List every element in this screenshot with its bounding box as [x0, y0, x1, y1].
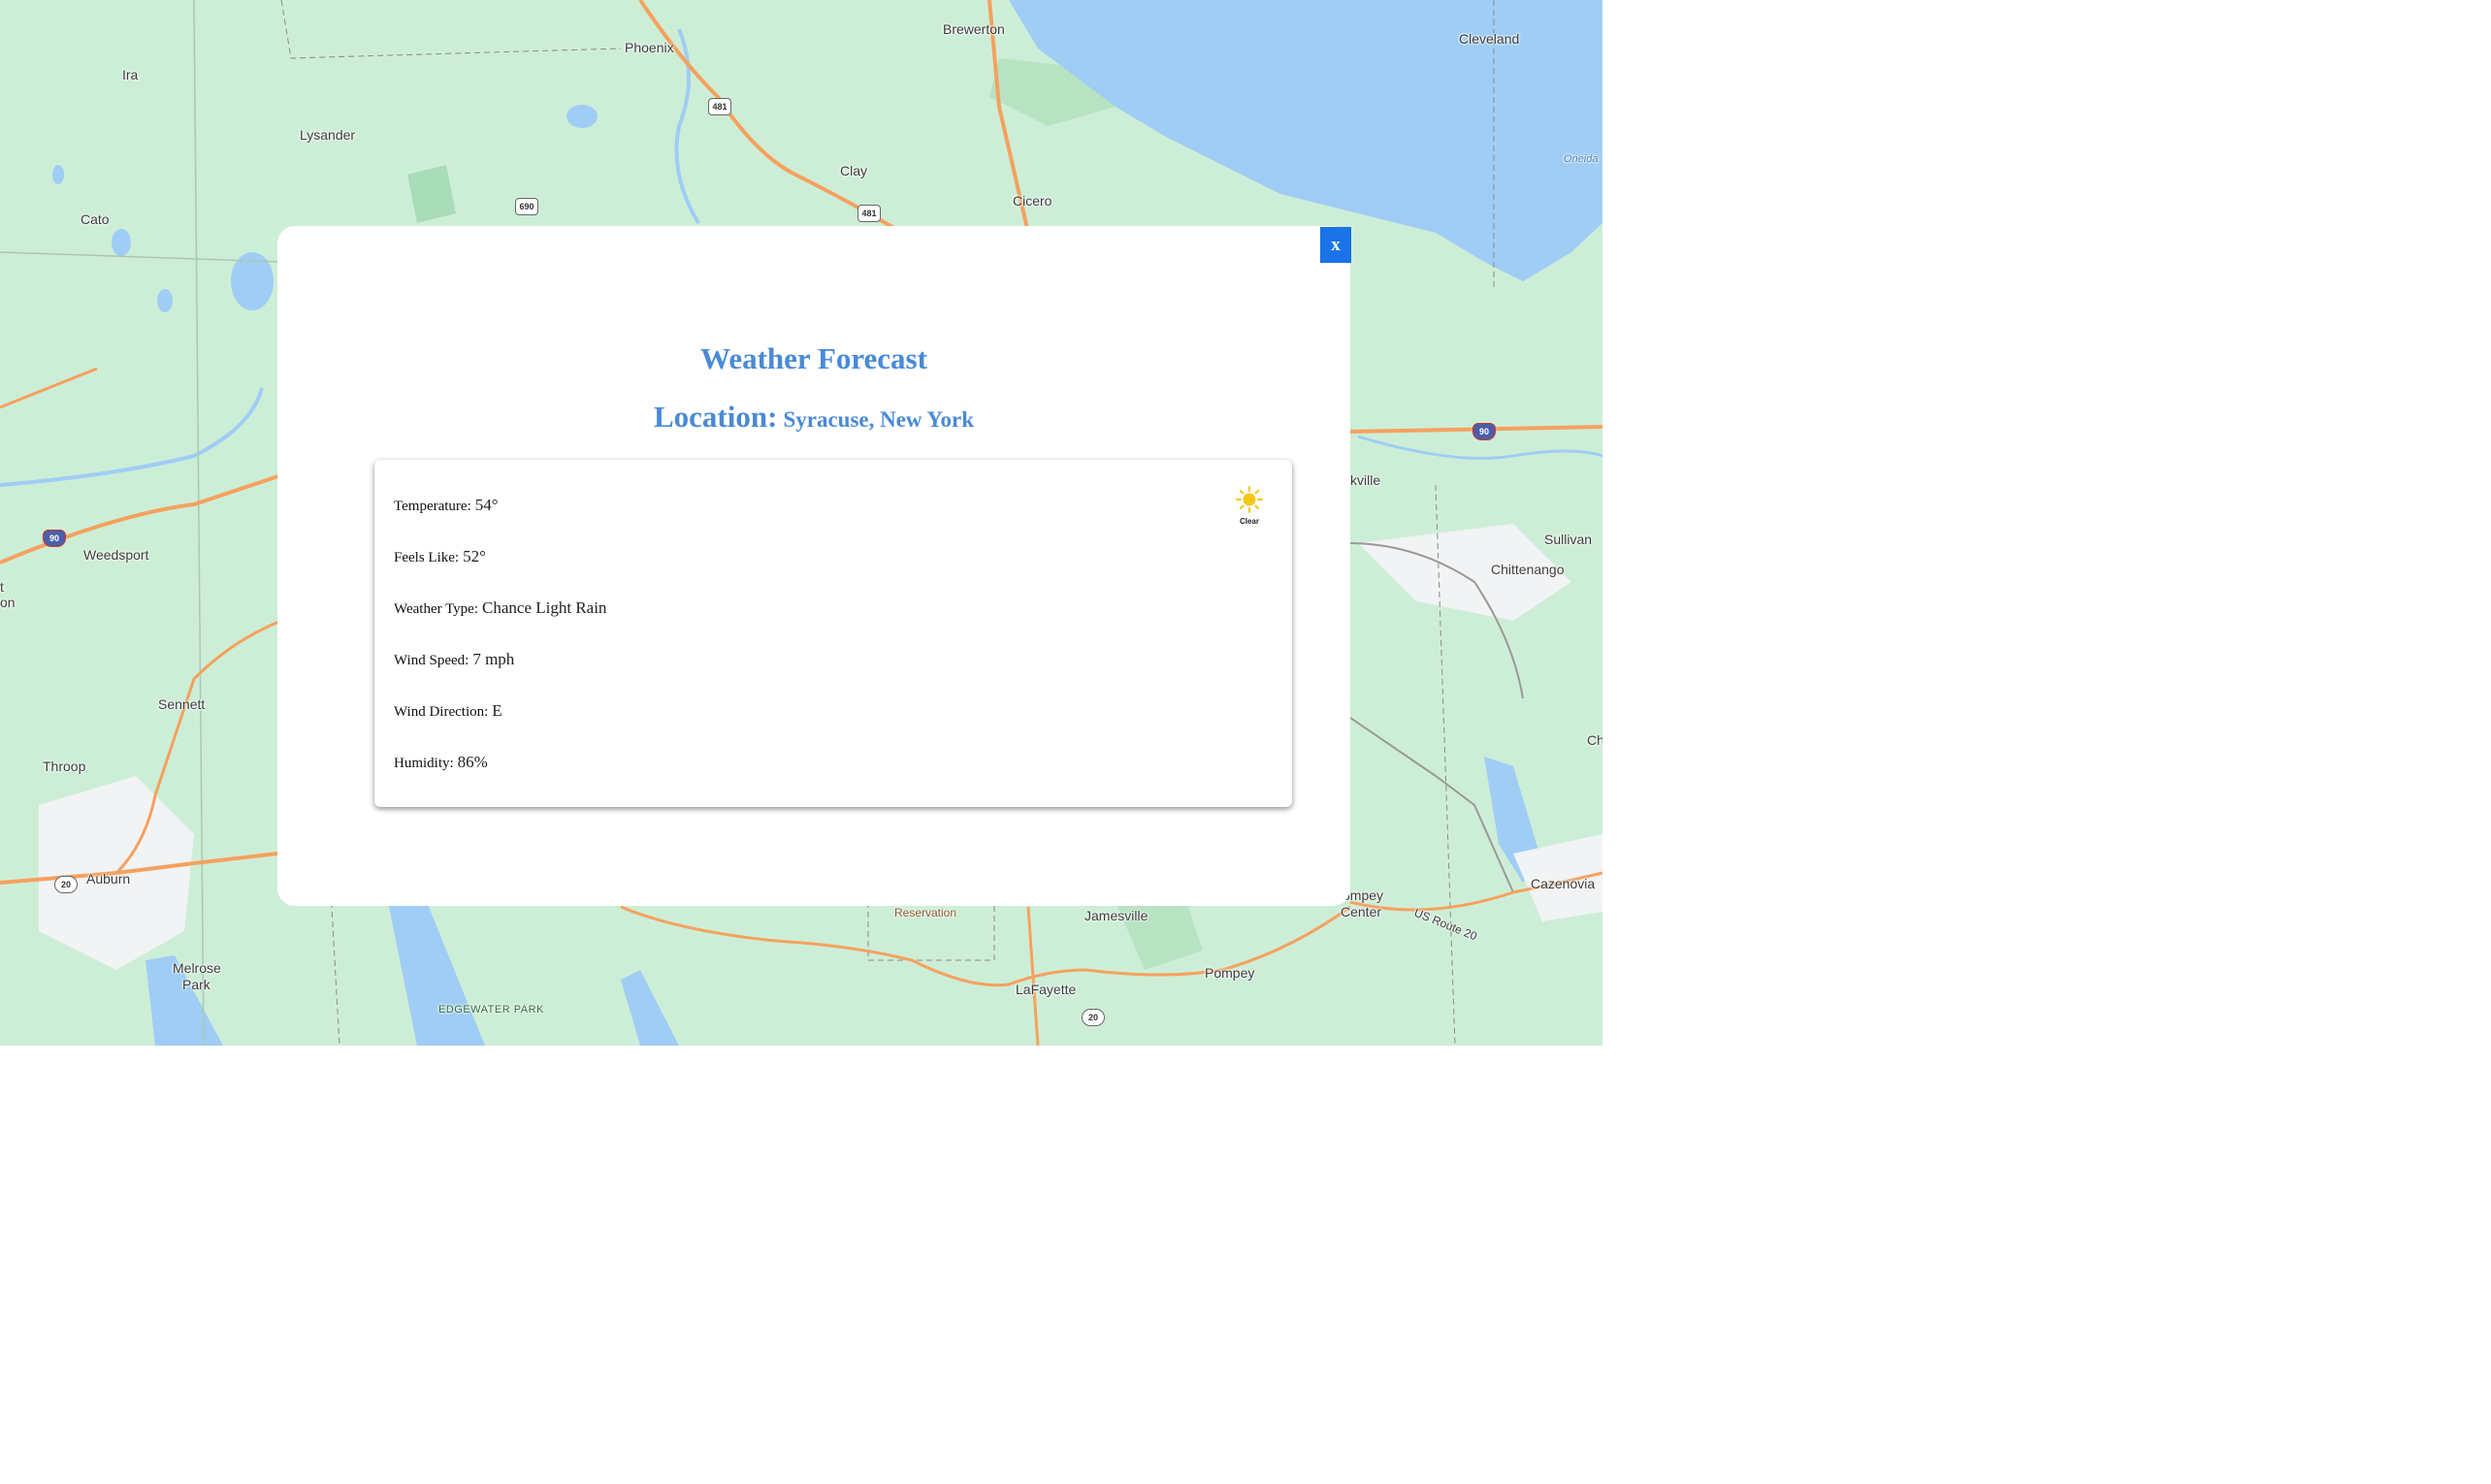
- close-button[interactable]: x: [1320, 227, 1351, 263]
- interstate-shield-90: 90: [1472, 423, 1496, 440]
- weather-type-label: Weather Type:: [394, 601, 479, 617]
- place-label-sullivan: Sullivan: [1544, 532, 1593, 547]
- place-label-phoenix: Phoenix: [625, 40, 674, 55]
- place-label-cicero: Cicero: [1013, 193, 1052, 209]
- wind-direction-value: E: [492, 701, 502, 720]
- place-label-cazenovia: Cazenovia: [1531, 876, 1596, 891]
- place-label-melrose-park-2: Park: [182, 977, 210, 992]
- location-label: Location:: [654, 400, 778, 434]
- place-label-chittenango: Chittenango: [1491, 562, 1565, 577]
- location-heading: Location: Syracuse, New York: [277, 400, 1350, 435]
- weather-icon-caption: Clear: [1239, 517, 1259, 526]
- feels-like-row: Feels Like: 52°: [394, 547, 486, 566]
- location-value: Syracuse, New York: [783, 407, 974, 432]
- place-label-fragment-ch: Ch: [1587, 732, 1602, 748]
- place-label-reservation: Reservation: [894, 906, 957, 919]
- feels-like-value: 52°: [463, 547, 486, 565]
- place-label-kville: kville: [1350, 472, 1381, 488]
- place-label-sennett: Sennett: [158, 696, 206, 712]
- wind-speed-row: Wind Speed: 7 mph: [394, 650, 514, 669]
- place-label-lafayette: LaFayette: [1016, 982, 1077, 997]
- place-label-ira: Ira: [122, 67, 139, 82]
- temperature-label: Temperature:: [394, 499, 471, 514]
- place-label-melrose-park-1: Melrose: [173, 960, 221, 976]
- humidity-label: Humidity:: [394, 756, 454, 771]
- humidity-row: Humidity: 86%: [394, 753, 488, 772]
- interstate-shield-90: 90: [43, 530, 66, 547]
- place-label-cato: Cato: [81, 211, 110, 227]
- water-label-oneida: Oneida: [1564, 153, 1599, 165]
- park-label-edgewater: EDGEWATER PARK: [438, 1004, 544, 1016]
- route-shield-481: 481: [708, 98, 731, 115]
- place-label-jamesville: Jamesville: [1084, 908, 1148, 923]
- temperature-row: Temperature: 54°: [394, 496, 499, 515]
- modal-title: Weather Forecast: [700, 341, 927, 375]
- place-label-clay: Clay: [840, 163, 868, 178]
- place-label-pompey: Pompey: [1205, 965, 1255, 981]
- place-label-pompey-center-2: Center: [1341, 904, 1382, 919]
- feels-like-label: Feels Like:: [394, 550, 460, 565]
- route-shield-481: 481: [857, 205, 881, 222]
- place-label-auburn: Auburn: [86, 871, 131, 887]
- weather-condition: Clear: [1230, 485, 1269, 526]
- place-label-brewerton: Brewerton: [943, 21, 1005, 37]
- weather-type-row: Weather Type: Chance Light Rain: [394, 598, 606, 618]
- wind-direction-label: Wind Direction:: [394, 704, 489, 720]
- wind-direction-row: Wind Direction: E: [394, 701, 502, 721]
- weather-type-value: Chance Light Rain: [482, 598, 607, 617]
- sun-icon: [1236, 486, 1263, 513]
- place-label-fragment-on: on: [0, 595, 16, 610]
- humidity-value: 86%: [457, 753, 488, 771]
- place-label-weedsport: Weedsport: [83, 547, 149, 563]
- temperature-value: 54°: [474, 496, 499, 514]
- place-label-throop: Throop: [43, 758, 86, 774]
- wind-speed-label: Wind Speed:: [394, 653, 469, 668]
- place-label-fragment-t: t: [0, 579, 4, 595]
- route-shield-20: 20: [1082, 1009, 1105, 1026]
- place-label-lysander: Lysander: [300, 127, 356, 143]
- wind-speed-value: 7 mph: [472, 650, 515, 668]
- route-shield-20: 20: [54, 876, 78, 893]
- forecast-card: Clear Temperature: 54° Feels Like: 52° W…: [374, 460, 1292, 807]
- place-label-cleveland: Cleveland: [1459, 31, 1520, 47]
- route-shield-690: 690: [515, 198, 538, 215]
